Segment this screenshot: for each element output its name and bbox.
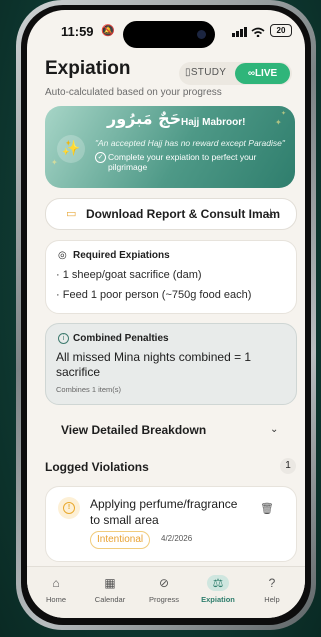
combined-penalties-card: i Combined Penalties All missed Mina nig… [45,323,297,405]
page-title: Expiation [45,58,131,79]
status-bar: 11:59 🔕 20 [27,10,305,50]
check-circle-icon: ✓ [95,152,106,163]
banner-quote: "An accepted Hajj has no reward except P… [95,138,285,148]
info-icon: i [58,333,69,344]
banner-arabic-text: حَجٌ مَبرُور [107,109,182,128]
mode-toggle[interactable]: ▯STUDY ∞LIVE [179,62,292,85]
sparkle-decoration: ✦ [281,111,287,117]
progress-check-icon: ⊘ [158,576,170,590]
page-subtitle: Auto-calculated based on your progress [45,87,222,98]
silent-bell-icon: 🔕 [101,25,115,37]
battery-indicator: 20 [270,24,292,37]
tab-progress[interactable]: ⊘ Progress [139,575,189,604]
tab-calendar[interactable]: ▦ Calendar [85,575,135,604]
list-item: · 1 sheep/goat sacrifice (dam) [56,269,202,281]
trash-icon[interactable]: 🗑 [260,502,274,515]
bottom-tab-bar: ⌂ Home ▦ Calendar ⊘ Progress ⚖ Expiation… [27,566,305,618]
mode-live-option[interactable]: ∞LIVE [235,63,290,84]
mode-study-option[interactable]: ▯STUDY [185,67,226,78]
tab-label: Progress [148,595,179,604]
tab-help[interactable]: ? Help [247,575,297,604]
view-breakdown-toggle[interactable]: View Detailed Breakdown [61,423,206,437]
tab-label: Calendar [94,595,126,604]
hajj-mabroor-banner: ✦ ✦ ✦ ✨ حَجٌ مَبرُور Hajj Mabroor! "An a… [45,106,295,188]
tab-label: Expiation [201,595,235,604]
home-icon: ⌂ [52,576,60,590]
target-icon: ◎ [58,250,67,261]
sparkle-decoration: ✦ [275,118,282,127]
warning-icon: ! [58,497,80,519]
violations-count-badge: 1 [280,458,296,474]
download-icon: ⤓ [268,206,274,220]
required-expiations-card: ◎ Required Expiations · 1 sheep/goat sac… [45,240,297,314]
tab-label: Home [45,595,66,604]
signal-wifi-icon [232,27,265,37]
book-icon: ▭ [66,208,77,220]
help-icon: ? [268,576,276,590]
tab-label: Help [264,595,280,604]
violation-card[interactable]: ! Applying perfume/fragrance to small ar… [45,486,297,562]
violation-title: Applying perfume/fragrance to small area [90,497,238,527]
chevron-down-icon[interactable]: ⌄ [270,424,278,435]
download-report-button[interactable]: ▭ Download Report & Consult Imam ⤓ [45,198,297,230]
sparkle-decoration: ✦ [51,158,58,167]
sparkle-icon: ✨ [57,135,85,163]
violation-type-badge: Intentional [90,531,151,549]
list-item: · Feed 1 poor person (~750g food each) [56,289,252,301]
combined-text: All missed Mina nights combined = 1 sacr… [56,350,252,379]
tab-expiation[interactable]: ⚖ Expiation [193,575,243,604]
banner-heading: Hajj Mabroor! [181,117,246,128]
combined-subtext: Combines 1 item(s) [56,385,122,394]
combined-heading: Combined Penalties [73,333,169,344]
required-heading: Required Expiations [73,250,170,261]
download-report-label: Download Report & Consult Imam [86,207,281,221]
calendar-icon: ▦ [104,576,116,590]
violation-date: 4/2/2026 [161,534,193,543]
app-screen: 11:59 🔕 20 Expiation Auto-calculated bas… [27,10,305,618]
logged-violations-heading: Logged Violations [45,460,149,474]
camera-dot [197,30,206,39]
banner-note: Complete your expiation to perfect your … [108,152,257,172]
scales-icon: ⚖ [207,575,229,591]
status-time: 11:59 [61,24,94,39]
tab-home[interactable]: ⌂ Home [31,575,81,604]
